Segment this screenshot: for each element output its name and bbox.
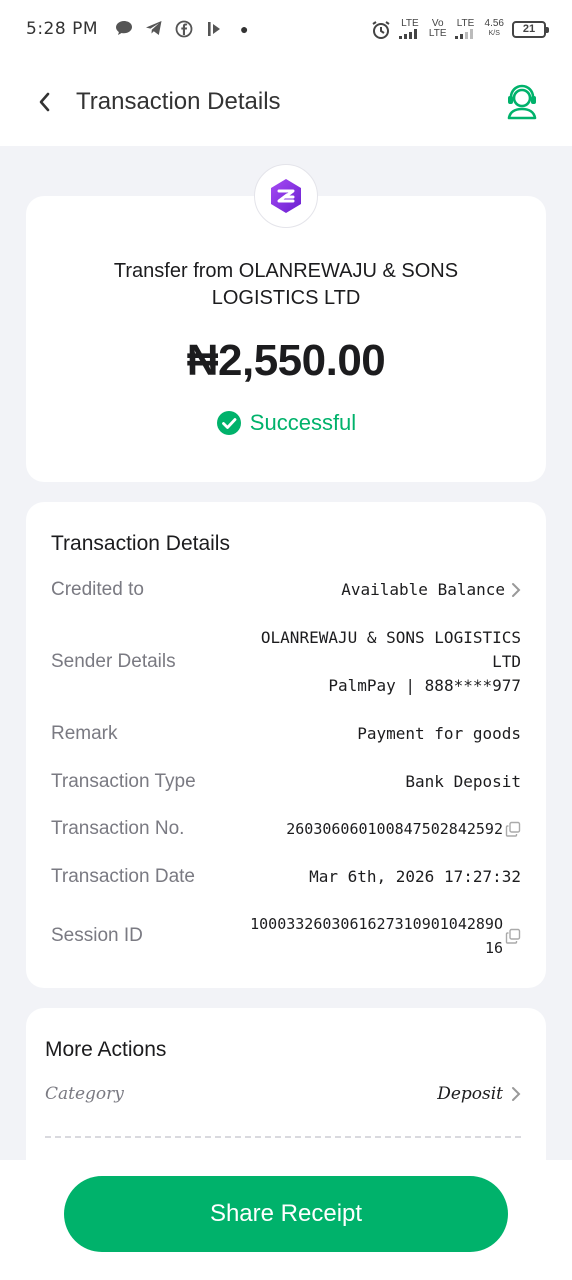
app-bar: Transaction Details xyxy=(0,58,572,146)
session-id-line2: 16 xyxy=(484,939,503,957)
remark-row: Remark Payment for goods xyxy=(51,722,521,746)
credited-to-value[interactable]: Available Balance xyxy=(341,578,521,602)
details-heading: Transaction Details xyxy=(51,532,230,555)
status-left: 5:28 PM ● xyxy=(26,19,248,39)
transfer-title: Transfer from OLANREWAJU & SONS LOGISTIC… xyxy=(113,260,459,309)
lte-label-1: LTE xyxy=(401,18,419,29)
more-actions-heading: More Actions xyxy=(45,1038,167,1061)
sender-row: Sender Details OLANREWAJU & SONS LOGISTI… xyxy=(51,626,521,698)
chevron-right-icon xyxy=(512,1087,521,1101)
facebook-icon xyxy=(174,20,194,38)
chat-icon xyxy=(114,20,134,38)
type-value: Bank Deposit xyxy=(405,772,521,791)
lte-signal-2: LTE xyxy=(454,18,477,39)
lte-signal-1: LTE xyxy=(398,18,421,39)
credited-to-row[interactable]: Credited to Available Balance xyxy=(51,578,521,602)
transaction-date-label: Transaction Date xyxy=(51,866,195,887)
speed-value: 4.56 xyxy=(484,18,504,29)
status-text: Successful xyxy=(249,410,357,435)
sender-name-line1: OLANREWAJU & SONS LOGISTICS xyxy=(260,628,521,647)
category-label: Category xyxy=(45,1084,124,1104)
status-badge: Successful xyxy=(26,410,546,436)
details-card: Transaction Details Credited to Availabl… xyxy=(26,502,546,988)
transaction-date-value: Mar 6th, 2026 17:27:32 xyxy=(309,867,521,886)
check-circle-icon xyxy=(216,411,241,435)
session-id-row: Session ID 100033260306162731090104289O … xyxy=(51,912,521,960)
lte-label-2: LTE xyxy=(456,18,475,29)
network-speed: 4.56 K/S xyxy=(485,19,504,39)
transaction-number-row: Transaction No. 260306060100847502842592 xyxy=(51,817,521,841)
credited-to-label: Credited to xyxy=(51,579,144,600)
transfer-amount: ₦2,550.00 xyxy=(186,336,386,385)
sender-account: PalmPay | 888****977 xyxy=(328,676,521,695)
category-row[interactable]: Category Deposit xyxy=(45,1084,521,1104)
copy-icon[interactable] xyxy=(505,821,521,837)
battery-icon: 21 xyxy=(512,20,549,38)
battery-level: 21 xyxy=(522,23,536,35)
transaction-number-value: 260306060100847502842592 xyxy=(286,817,521,841)
category-value: Deposit xyxy=(437,1084,521,1104)
type-row: Transaction Type Bank Deposit xyxy=(51,770,521,794)
session-id-line1: 100033260306162731090104289O xyxy=(250,915,503,933)
status-time: 5:28 PM xyxy=(26,19,98,39)
status-bar: 5:28 PM ● LTE Vo LTE LTE 4.56 K/S 21 xyxy=(0,0,572,58)
transaction-number-label: Transaction No. xyxy=(51,818,185,839)
credited-to-text: Available Balance xyxy=(341,580,505,599)
bolt-app-icon xyxy=(204,20,224,38)
more-notifications-icon: ● xyxy=(240,21,249,37)
alarm-icon xyxy=(371,20,391,39)
volte-bottom: LTE xyxy=(428,28,447,39)
type-label: Transaction Type xyxy=(51,771,196,792)
page-title: Transaction Details xyxy=(76,88,281,115)
telegram-icon xyxy=(144,20,164,38)
speed-unit: K/S xyxy=(488,30,500,37)
palmpay-logo-icon xyxy=(271,179,301,213)
chevron-right-icon xyxy=(512,583,521,597)
session-id-value: 100033260306162731090104289O 16 xyxy=(250,912,521,960)
transaction-number-text: 260306060100847502842592 xyxy=(286,820,503,838)
palmpay-logo xyxy=(254,164,318,228)
back-button[interactable] xyxy=(24,82,64,122)
sender-name-line2: LTD xyxy=(492,652,521,671)
category-text: Deposit xyxy=(437,1084,503,1104)
session-id-label: Session ID xyxy=(51,925,143,946)
headset-icon xyxy=(507,84,537,120)
remark-value: Payment for goods xyxy=(357,724,521,743)
more-actions-card: More Actions Category Deposit xyxy=(26,1008,546,1160)
volte-indicator: Vo LTE xyxy=(429,19,447,39)
session-id-text: 100033260306162731090104289O 16 xyxy=(250,912,503,960)
sender-label: Sender Details xyxy=(51,651,176,672)
sender-value: OLANREWAJU & SONS LOGISTICS LTD PalmPay … xyxy=(261,626,521,698)
chevron-left-icon xyxy=(39,92,50,112)
support-button[interactable] xyxy=(500,80,544,124)
copy-icon[interactable] xyxy=(505,928,521,944)
summary-card: Transfer from OLANREWAJU & SONS LOGISTIC… xyxy=(26,196,546,482)
remark-label: Remark xyxy=(51,723,118,744)
transaction-date-row: Transaction Date Mar 6th, 2026 17:27:32 xyxy=(51,865,521,889)
status-right: LTE Vo LTE LTE 4.56 K/S 21 xyxy=(371,18,549,39)
divider xyxy=(45,1136,521,1138)
share-receipt-button[interactable]: Share Receipt xyxy=(64,1176,508,1252)
